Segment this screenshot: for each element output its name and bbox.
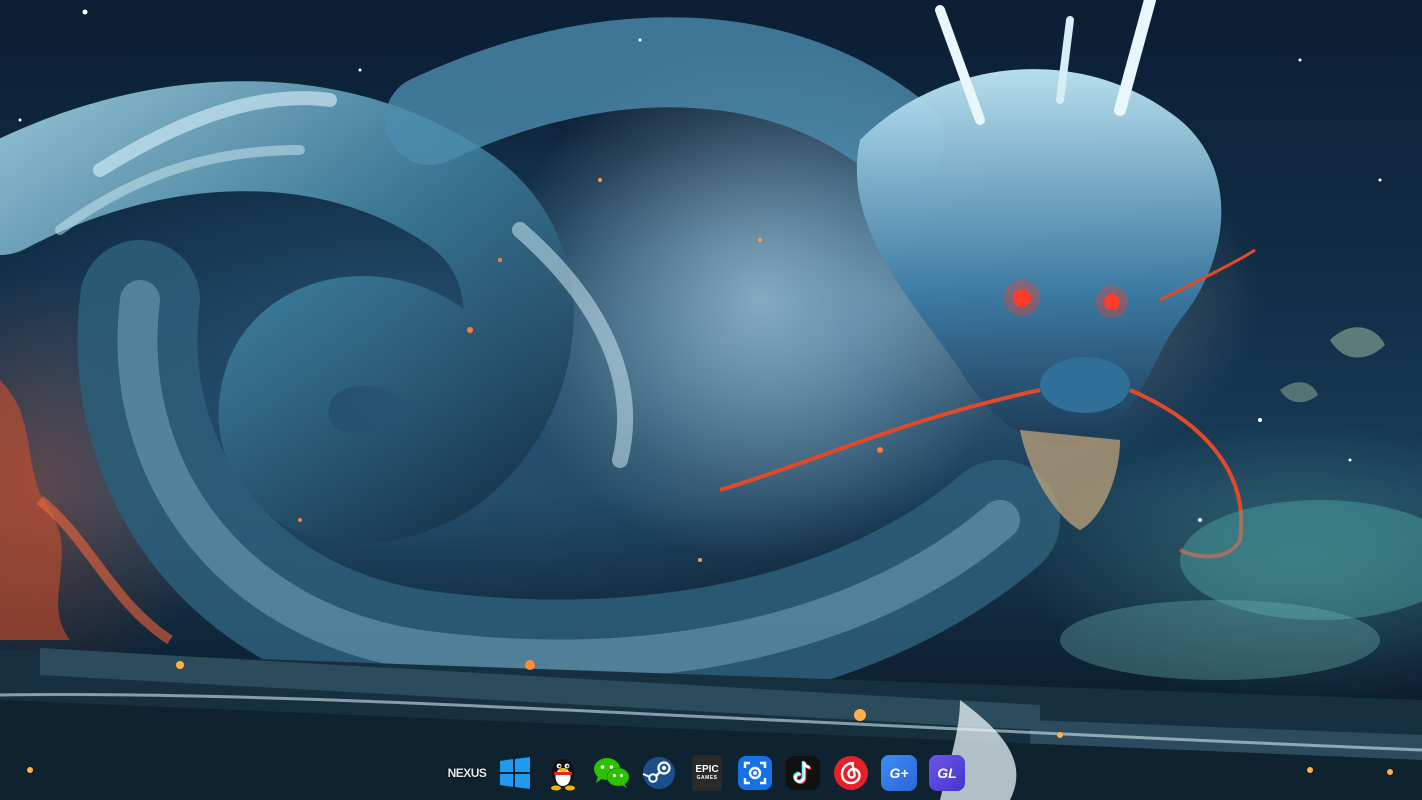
gl-app-icon: GL [929, 755, 965, 791]
desktop[interactable]: NEXUS EPIC GAMES G+ GL [0, 0, 1422, 800]
dock-app-nexus[interactable]: NEXUS [447, 753, 487, 793]
dock-app-windows[interactable] [495, 753, 535, 793]
dock-app-netease-music[interactable] [831, 753, 871, 793]
tiktok-icon [786, 756, 820, 790]
dock-app-gl[interactable]: GL [927, 753, 967, 793]
qq-penguin-icon [551, 759, 575, 791]
wechat-bubble-icon [594, 758, 630, 788]
netease-music-icon [834, 756, 868, 790]
epic-games-icon: EPIC GAMES [692, 755, 722, 791]
dock-app-tiktok[interactable] [783, 753, 823, 793]
screenshot-tool-icon [738, 756, 772, 790]
epic-label: EPIC [695, 764, 719, 775]
dock-app-steam[interactable] [639, 753, 679, 793]
nexus-logo-icon: NEXUS [447, 766, 487, 780]
dock-app-epic-games[interactable]: EPIC GAMES [687, 753, 727, 793]
epic-sublabel: GAMES [696, 775, 718, 781]
dock-app-wechat[interactable] [591, 753, 631, 793]
windows-logo-icon [500, 757, 530, 789]
dragon-wallpaper [0, 0, 1422, 800]
taskbar-dock: NEXUS EPIC GAMES G+ GL [447, 751, 967, 795]
dragon-illustration [0, 0, 1422, 800]
steam-logo-icon [642, 757, 675, 789]
dock-app-screenshot[interactable] [735, 753, 775, 793]
dock-app-qq[interactable] [543, 753, 583, 793]
dock-app-g-plus[interactable]: G+ [879, 753, 919, 793]
g-plus-app-icon: G+ [881, 755, 917, 791]
